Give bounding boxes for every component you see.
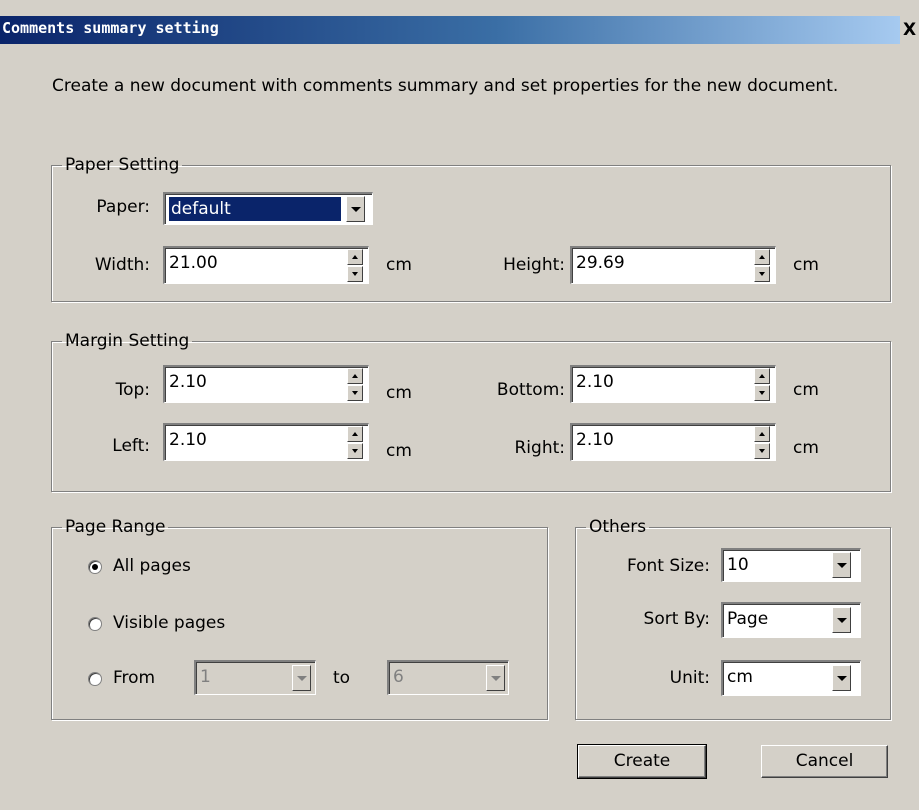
height-unit: cm bbox=[793, 255, 819, 275]
paper-dropdown-button[interactable] bbox=[346, 196, 365, 222]
from-label[interactable]: From bbox=[113, 667, 155, 689]
left-margin-unit: cm bbox=[386, 441, 412, 461]
from-page-dropdown-button[interactable] bbox=[292, 665, 311, 691]
unit-dropdown-button[interactable] bbox=[832, 665, 851, 691]
height-spinner[interactable] bbox=[754, 249, 770, 282]
width-label: Width: bbox=[94, 255, 150, 275]
sort-by-label: Sort By: bbox=[643, 609, 710, 629]
paper-setting-legend: Paper Setting bbox=[65, 155, 180, 175]
right-margin-label: Right: bbox=[514, 438, 566, 458]
right-margin-unit: cm bbox=[793, 438, 819, 458]
paper-select[interactable]: default bbox=[163, 192, 373, 225]
margin-setting-legend: Margin Setting bbox=[65, 331, 190, 351]
bottom-margin-decrement-icon[interactable] bbox=[754, 385, 770, 401]
font-size-label: Font Size: bbox=[626, 556, 710, 576]
bottom-margin-unit: cm bbox=[793, 380, 819, 400]
top-margin-input[interactable]: 2.10 bbox=[163, 365, 369, 403]
window-title: Comments summary setting bbox=[2, 19, 219, 37]
left-margin-input[interactable]: 2.10 bbox=[163, 423, 369, 461]
title-bar: Comments summary setting X bbox=[0, 0, 919, 44]
top-margin-label: Top: bbox=[115, 380, 150, 400]
left-margin-increment-icon[interactable] bbox=[347, 426, 363, 442]
all-pages-label[interactable]: All pages bbox=[113, 555, 191, 577]
all-pages-radio[interactable] bbox=[88, 560, 102, 574]
bottom-margin-label: Bottom: bbox=[496, 380, 565, 400]
close-button[interactable]: X bbox=[900, 16, 919, 44]
left-margin-spinner[interactable] bbox=[347, 426, 363, 459]
visible-pages-label[interactable]: Visible pages bbox=[113, 612, 225, 634]
top-margin-decrement-icon[interactable] bbox=[347, 385, 363, 401]
right-margin-spinner[interactable] bbox=[754, 426, 770, 459]
height-label: Height: bbox=[503, 255, 565, 275]
top-margin-unit: cm bbox=[386, 383, 412, 403]
right-margin-increment-icon[interactable] bbox=[754, 426, 770, 442]
width-input[interactable]: 21.00 bbox=[163, 246, 369, 284]
width-decrement-icon[interactable] bbox=[347, 266, 363, 282]
paper-select-value: default bbox=[169, 197, 341, 221]
width-increment-icon[interactable] bbox=[347, 249, 363, 265]
page-range-legend: Page Range bbox=[65, 517, 166, 537]
dialog-description: Create a new document with comments summ… bbox=[52, 76, 839, 96]
sort-by-dropdown-button[interactable] bbox=[832, 607, 851, 633]
left-margin-decrement-icon[interactable] bbox=[347, 443, 363, 459]
width-unit: cm bbox=[386, 255, 412, 275]
cancel-button[interactable]: Cancel bbox=[761, 745, 888, 778]
bottom-margin-spinner[interactable] bbox=[754, 368, 770, 401]
to-label: to bbox=[333, 668, 351, 688]
from-radio[interactable] bbox=[88, 672, 102, 686]
unit-label: Unit: bbox=[669, 668, 710, 688]
to-page-dropdown-button[interactable] bbox=[486, 665, 505, 691]
top-margin-increment-icon[interactable] bbox=[347, 368, 363, 384]
font-size-dropdown-button[interactable] bbox=[832, 552, 851, 578]
right-margin-input[interactable]: 2.10 bbox=[570, 423, 776, 461]
others-legend: Others bbox=[589, 517, 647, 537]
left-margin-label: Left: bbox=[112, 436, 150, 456]
right-margin-decrement-icon[interactable] bbox=[754, 443, 770, 459]
visible-pages-radio[interactable] bbox=[88, 617, 102, 631]
top-margin-spinner[interactable] bbox=[347, 368, 363, 401]
width-spinner[interactable] bbox=[347, 249, 363, 282]
paper-label: Paper: bbox=[96, 197, 150, 217]
margin-setting-group: Margin Setting bbox=[51, 332, 891, 492]
height-decrement-icon[interactable] bbox=[754, 266, 770, 282]
height-input[interactable]: 29.69 bbox=[570, 246, 776, 284]
bottom-margin-increment-icon[interactable] bbox=[754, 368, 770, 384]
height-increment-icon[interactable] bbox=[754, 249, 770, 265]
create-button[interactable]: Create bbox=[577, 744, 707, 779]
bottom-margin-input[interactable]: 2.10 bbox=[570, 365, 776, 403]
